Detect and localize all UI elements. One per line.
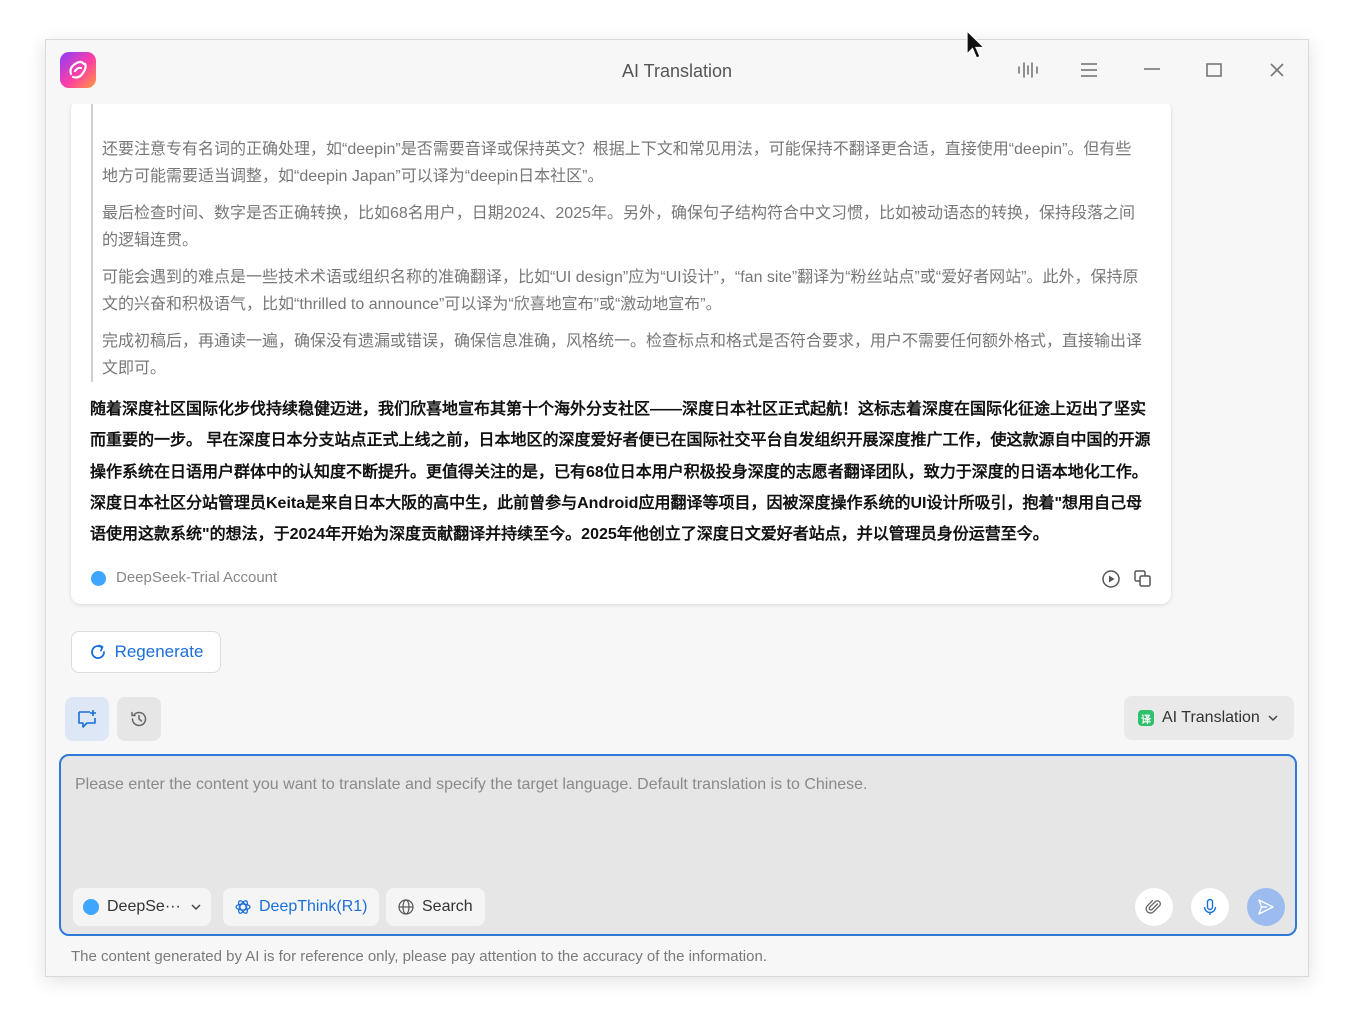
search-toggle[interactable]: Search [386,888,485,926]
thinking-paragraph: 最后检查时间、数字是否正确转换，比如68名用户，日期2024、2025年。另外，… [102,205,1135,249]
assistant-select[interactable]: 译 AI Translation [1124,696,1294,740]
minimize-button[interactable] [1136,56,1168,84]
copy-button[interactable] [1132,568,1154,590]
account-label: DeepSeek-Trial Account [116,569,278,586]
deepseek-model-icon [83,899,99,915]
regenerate-button[interactable]: Regenerate [71,631,221,673]
voice-wave-button[interactable] [1012,56,1044,84]
copy-icon [1134,570,1151,587]
chat-area[interactable]: 还要注意专有名词的正确处理，如“deepin”是否需要音译或保持英文？根据上下文… [46,104,1308,684]
history-button[interactable] [117,697,161,741]
deepthink-toggle[interactable]: DeepThink(R1) [223,888,380,926]
model-select-label: DeepSe··· [107,898,181,915]
microphone-button[interactable] [1191,888,1229,926]
close-icon [1270,63,1284,77]
send-button[interactable] [1247,888,1285,926]
menu-button[interactable] [1073,56,1105,84]
thinking-content: 还要注意专有名词的正确处理，如“deepin”是否需要音译或保持英文？根据上下文… [102,136,1147,382]
thinking-paragraph: 可能会遇到的难点是一些技术术语或组织名称的准确翻译，比如“UI design”应… [102,269,1139,313]
deepseek-model-icon [91,571,106,586]
message-input[interactable]: Please enter the content you want to tra… [59,754,1297,936]
thinking-paragraph: 完成初稿后，再通读一遍，确保没有遗漏或错误，确保信息准确，风格统一。检查标点和格… [102,333,1143,377]
search-label: Search [422,898,473,915]
app-window: AI Translation 还要注意专有名词的正确处理，如“deepin”是否… [45,39,1309,977]
atom-icon [235,900,251,914]
maximize-button[interactable] [1198,56,1230,84]
translation-app-icon: 译 [1138,710,1154,726]
assistant-select-label: AI Translation [1162,709,1260,726]
globe-icon [398,899,414,915]
response-card: 还要注意专有名词的正确处理，如“deepin”是否需要音译或保持英文？根据上下文… [71,104,1171,604]
play-icon [1102,570,1120,588]
card-footer: DeepSeek-Trial Account [90,566,1156,590]
title-bar: AI Translation [46,40,1308,104]
microphone-icon [1203,898,1217,915]
maximize-icon [1206,63,1222,77]
window-title: AI Translation [621,61,733,81]
voice-wave-icon [1018,62,1038,78]
chevron-down-icon [191,904,201,911]
hamburger-menu-icon [1081,63,1097,77]
model-select[interactable]: DeepSe··· [73,888,211,926]
send-icon [1258,899,1274,915]
new-chat-button[interactable] [65,697,109,741]
new-chat-icon [78,710,96,728]
translation-answer: 随着深度社区国际化步伐持续稳健迈进，我们欣喜地宣布其第十个海外分支社区——深度日… [90,401,1151,544]
input-placeholder: Please enter the content you want to tra… [75,776,868,793]
paperclip-icon [1145,899,1161,914]
chevron-down-icon [1268,715,1278,722]
deepthink-label: DeepThink(R1) [259,898,368,915]
attach-button[interactable] [1135,888,1173,926]
regenerate-label: Regenerate [114,642,204,661]
mouse-cursor-icon [966,30,986,59]
thinking-paragraph: 还要注意专有名词的正确处理，如“deepin”是否需要音译或保持英文？根据上下文… [102,141,1132,185]
play-button[interactable] [1100,568,1122,590]
ai-disclaimer: The content generated by AI is for refer… [71,948,767,965]
refresh-icon [90,644,105,659]
close-button[interactable] [1261,56,1293,84]
history-icon [131,711,147,727]
thinking-block: 还要注意专有名词的正确处理，如“deepin”是否需要音译或保持英文？根据上下文… [91,104,1151,382]
minimize-icon [1144,68,1160,70]
